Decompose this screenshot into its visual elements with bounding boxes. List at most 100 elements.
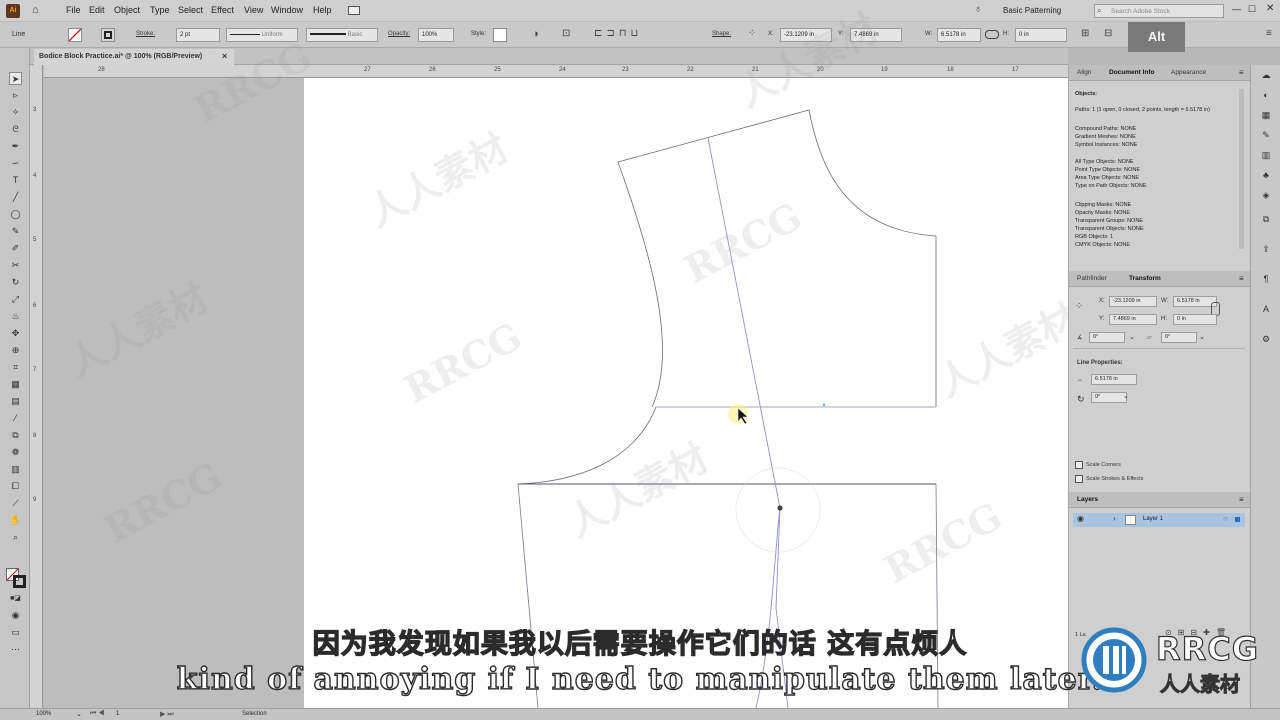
lightbulb-icon[interactable]: ♁	[974, 3, 982, 15]
minimize-icon[interactable]: —	[1232, 4, 1241, 14]
artboard-number[interactable]: 1	[116, 711, 119, 717]
x-field[interactable]: -23.1209 in	[780, 28, 832, 42]
panel-menu-icon[interactable]: ≡	[1239, 68, 1244, 77]
panel-menu-icon[interactable]: ≡	[1239, 495, 1244, 504]
zoom-tool-icon[interactable]: ⌕	[9, 531, 22, 544]
shape-label[interactable]: Shape:	[712, 31, 731, 37]
chevron-down-icon[interactable]: ⌄	[1123, 392, 1129, 400]
document-tab[interactable]: Bodice Block Practice.ai* @ 100% (RGB/Pr…	[34, 49, 234, 65]
eyedropper-tool-icon[interactable]: ⁄	[9, 412, 22, 425]
tab-document-info[interactable]: Document Info	[1109, 69, 1155, 76]
panel-menu-icon[interactable]: ≡	[1239, 274, 1244, 283]
slice-tool-icon[interactable]: ⟋	[9, 497, 22, 510]
align-buttons-icon[interactable]: ⊏⊐⊓⊔	[594, 28, 642, 39]
chevron-down-icon[interactable]: ⌄	[76, 710, 82, 718]
scissors-tool-icon[interactable]: ✂	[9, 259, 22, 272]
artboard[interactable]	[304, 78, 1068, 709]
color-mode-icon[interactable]: ■◪	[9, 592, 22, 605]
variable-width-profile[interactable]: Uniform	[226, 28, 298, 42]
artboard-tool-icon[interactable]: ⧠	[9, 480, 22, 493]
close-window-icon[interactable]: ✕	[1266, 3, 1274, 14]
scale-corners-checkbox[interactable]	[1075, 461, 1083, 469]
symbol-sprayer-tool-icon[interactable]: ❁	[9, 446, 22, 459]
lasso-tool-icon[interactable]: ᘓ	[9, 123, 22, 136]
graphic-styles-icon[interactable]: ◈	[1260, 189, 1272, 201]
home-icon[interactable]: ⌂	[32, 4, 39, 16]
character-icon[interactable]: A	[1260, 303, 1272, 315]
y-field[interactable]: 7.4869 in	[850, 28, 902, 42]
target-circle-icon[interactable]: ○	[1223, 514, 1228, 523]
transform-y-field[interactable]: 7.4869 in	[1109, 314, 1157, 325]
maximize-icon[interactable]: ☐	[1248, 4, 1256, 15]
stroke-swatch[interactable]	[101, 28, 115, 42]
artboard-nav-prev-icon[interactable]: ⏮ ◀	[90, 710, 105, 718]
chevron-down-icon[interactable]: ⌄	[1129, 333, 1135, 341]
menu-select[interactable]: Select	[178, 5, 203, 15]
menu-effect[interactable]: Effect	[211, 5, 234, 15]
menu-window[interactable]: Window	[271, 5, 303, 15]
workspace-switcher[interactable]: Basic Patterning	[1003, 6, 1061, 15]
info-scrollbar[interactable]	[1239, 89, 1244, 249]
layer-name[interactable]: Layer 1	[1143, 516, 1163, 522]
mesh-tool-icon[interactable]: ▦	[9, 378, 22, 391]
opacity-label[interactable]: Opacity:	[388, 31, 410, 37]
stroke-weight-field[interactable]: 2 pt	[176, 28, 220, 42]
current-tool-status[interactable]: Selection	[242, 711, 267, 717]
cc-libraries-icon[interactable]: ☁	[1260, 69, 1272, 81]
artboards-icon[interactable]: ⧉	[1260, 213, 1272, 225]
chevron-down-icon[interactable]: ⌄	[1199, 333, 1205, 341]
stroke-color-icon[interactable]	[13, 575, 26, 588]
tab-layers[interactable]: Layers	[1077, 496, 1098, 503]
paragraph-icon[interactable]: ¶	[1260, 273, 1272, 285]
paintbrush-tool-icon[interactable]: ✎	[9, 225, 22, 238]
arrange-documents-icon[interactable]	[348, 6, 360, 15]
selection-tool-icon[interactable]: ➤	[9, 72, 22, 85]
transform-again-icon[interactable]: ⊞	[1081, 28, 1089, 39]
scale-strokes-checkbox[interactable]	[1075, 475, 1083, 483]
recolor-artwork-icon[interactable]: ◑	[532, 28, 539, 40]
graphic-style-swatch[interactable]	[493, 28, 507, 42]
search-stock-field[interactable]: ⌕ Search Adobe Stock	[1094, 4, 1224, 18]
reference-point-icon[interactable]: ⁘	[1075, 301, 1083, 312]
layer-row[interactable]: ◉ › Layer 1 ○	[1073, 513, 1245, 527]
menu-edit[interactable]: Edit	[89, 5, 105, 15]
brushes-icon[interactable]: ✎	[1260, 129, 1272, 141]
menu-object[interactable]: Object	[114, 5, 140, 15]
gradient-tool-icon[interactable]: ▤	[9, 395, 22, 408]
asset-export-icon[interactable]: ⇪	[1260, 243, 1272, 255]
opentype-icon[interactable]: ⚙	[1260, 333, 1272, 345]
swatches-icon[interactable]: ▦	[1260, 109, 1272, 121]
constrain-proportions-icon[interactable]	[985, 30, 999, 39]
pen-tool-icon[interactable]: ✒	[9, 140, 22, 153]
draw-mode-icon[interactable]: ◉	[9, 609, 22, 622]
shaper-tool-icon[interactable]: ✐	[9, 242, 22, 255]
transform-reference-icon[interactable]: ⁘	[748, 28, 756, 39]
direct-selection-tool-icon[interactable]: ▹	[9, 89, 22, 102]
align-to-icon[interactable]: ⊡	[562, 28, 570, 39]
tab-pathfinder[interactable]: Pathfinder	[1077, 275, 1107, 282]
rotate-angle-field[interactable]: 0°	[1089, 332, 1125, 343]
w-field[interactable]: 6.5178 in	[937, 28, 981, 42]
menu-view[interactable]: View	[244, 5, 263, 15]
symbols-icon[interactable]: ♣	[1260, 169, 1272, 181]
curvature-tool-icon[interactable]: ∽	[9, 157, 22, 170]
h-field[interactable]: 0 in	[1015, 28, 1067, 42]
zoom-level[interactable]: 100%	[36, 711, 51, 717]
color-icon[interactable]: ◐	[1260, 89, 1272, 101]
expand-arrow-icon[interactable]: ›	[1113, 514, 1116, 523]
shape-builder-tool-icon[interactable]: ⊕	[9, 344, 22, 357]
scale-tool-icon[interactable]: ⤢	[9, 293, 22, 306]
visibility-eye-icon[interactable]: ◉	[1077, 514, 1084, 523]
transform-h-field[interactable]: 0 in	[1173, 314, 1217, 325]
tab-transform[interactable]: Transform	[1129, 275, 1161, 282]
column-graph-tool-icon[interactable]: ▥	[9, 463, 22, 476]
menu-type[interactable]: Type	[150, 5, 170, 15]
perspective-grid-tool-icon[interactable]: ⌗	[9, 361, 22, 374]
color-guide-icon[interactable]: ▥	[1260, 149, 1272, 161]
stroke-label[interactable]: Stroke:	[136, 31, 155, 37]
transform-x-field[interactable]: -23.1209 in	[1109, 296, 1157, 307]
line-angle-field[interactable]: 0°	[1091, 392, 1127, 403]
line-length-field[interactable]: 6.5178 in	[1091, 374, 1137, 385]
tab-align[interactable]: Align	[1077, 69, 1091, 76]
artboard-nav-next-icon[interactable]: ▶ ⏭	[160, 710, 174, 719]
